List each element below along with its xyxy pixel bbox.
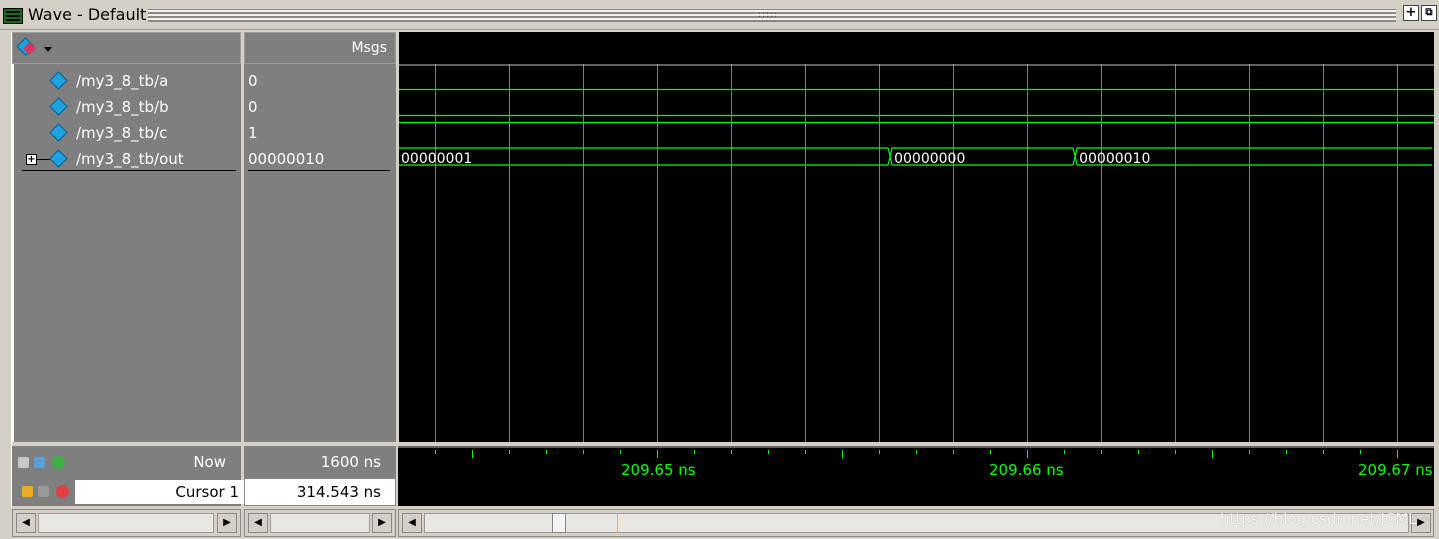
bus-transition (887, 147, 891, 166)
bus-value-label: 00000000 (894, 151, 965, 167)
scroll-right-icon[interactable]: ▶ (217, 513, 237, 533)
signal-name: /my3_8_tb/out (76, 150, 184, 168)
undock-icon[interactable]: ⧉ (1421, 5, 1437, 21)
selection-underline (248, 170, 390, 171)
insert-cursor-icon[interactable] (34, 457, 45, 468)
signal-value: 0 (248, 98, 258, 116)
cursor-marker (617, 513, 618, 533)
signal-name-panel[interactable]: /my3_8_tb/a /my3_8_tb/b /my3_8_tb/c + /m… (12, 64, 241, 442)
time-axis[interactable]: 209.65 ns 209.66 ns 209.67 ns (398, 446, 1434, 479)
names-hscrollbar[interactable]: ◀ ▶ (12, 509, 241, 537)
signal-name: /my3_8_tb/b (76, 98, 169, 116)
signal-values-panel[interactable]: 0 0 1 00000010 (244, 64, 396, 442)
wave-window-icon (3, 8, 23, 24)
wire-signal-icon (49, 123, 68, 142)
title-bar[interactable]: Wave - Default ::::: + ⧉ (0, 0, 1439, 30)
signal-value: 00000010 (248, 150, 325, 168)
scroll-track[interactable] (270, 513, 370, 533)
scroll-left-icon[interactable]: ◀ (16, 513, 36, 533)
msgs-header-label: Msgs (351, 40, 387, 56)
add-wave-icon[interactable] (16, 37, 39, 57)
time-axis-ticks (398, 446, 1434, 458)
add-cursor-icon[interactable] (52, 456, 65, 469)
cursor-name-field[interactable]: Cursor 1 (75, 480, 251, 504)
cursor-value: 314.543 ns (296, 483, 381, 501)
scroll-right-icon[interactable]: ▶ (372, 513, 392, 533)
chevron-down-icon[interactable] (44, 47, 52, 52)
bus-transition (1072, 147, 1076, 166)
now-label: Now (193, 453, 226, 471)
signal-name: /my3_8_tb/c (76, 124, 168, 142)
signal-row-b[interactable]: /my3_8_tb/b (14, 94, 241, 120)
left-edge (0, 32, 12, 507)
watermark: https://blog.csdn.net/JCML (1220, 510, 1417, 528)
lock-icon[interactable] (22, 486, 33, 497)
signal-name: /my3_8_tb/a (76, 72, 169, 90)
msgs-header: Msgs (244, 32, 396, 64)
window-title: Wave - Default (28, 5, 147, 24)
scroll-track[interactable] (38, 513, 214, 533)
signal-row-out[interactable]: + /my3_8_tb/out (14, 146, 241, 172)
signal-name-header (12, 32, 241, 64)
grip-center-icon: ::::: (758, 10, 779, 20)
wave-header (398, 32, 1434, 64)
cursor-name: Cursor 1 (175, 483, 239, 501)
now-row-label: Now (12, 446, 241, 478)
signal-value: 0 (248, 72, 258, 90)
value-row-c: 1 (244, 120, 396, 146)
time-icon[interactable] (18, 457, 29, 468)
value-row-out: 00000010 (244, 146, 396, 172)
now-value: 1600 ns (320, 453, 381, 471)
time-tick-label: 209.67 ns (1358, 461, 1433, 479)
value-row-b: 0 (244, 94, 396, 120)
now-value-cell: 1600 ns (244, 446, 396, 478)
cursor-row-label: Cursor 1 (12, 478, 251, 506)
zoom-in-icon[interactable]: + (1403, 5, 1419, 21)
wire-signal-icon (49, 71, 68, 90)
selection-underline (22, 170, 236, 171)
values-hscrollbar[interactable]: ◀ ▶ (244, 509, 396, 537)
delete-cursor-icon[interactable] (56, 485, 69, 498)
scroll-left-icon[interactable]: ◀ (248, 513, 268, 533)
wrench-icon[interactable] (38, 486, 49, 497)
signal-value: 1 (248, 124, 258, 142)
signal-row-a[interactable]: /my3_8_tb/a (14, 68, 241, 94)
scroll-left-icon[interactable]: ◀ (402, 513, 422, 533)
bus-signal-icon (49, 149, 68, 168)
waveform-canvas[interactable]: 00000001 00000000 00000010 (398, 64, 1434, 442)
wire-signal-icon (49, 97, 68, 116)
cursor-value-cell[interactable]: 314.543 ns (244, 478, 396, 506)
scroll-thumb[interactable] (552, 513, 566, 533)
expand-icon[interactable]: + (26, 154, 37, 165)
cursor-track[interactable] (398, 478, 1434, 506)
waveform-panel[interactable]: 00000001 00000000 00000010 (398, 64, 1434, 442)
time-tick-label: 209.66 ns (989, 461, 1064, 479)
bus-value-label: 00000001 (401, 151, 472, 167)
time-tick-label: 209.65 ns (621, 461, 696, 479)
value-row-a: 0 (244, 68, 396, 94)
bus-value-label: 00000010 (1079, 151, 1150, 167)
signal-row-c[interactable]: /my3_8_tb/c (14, 120, 241, 146)
